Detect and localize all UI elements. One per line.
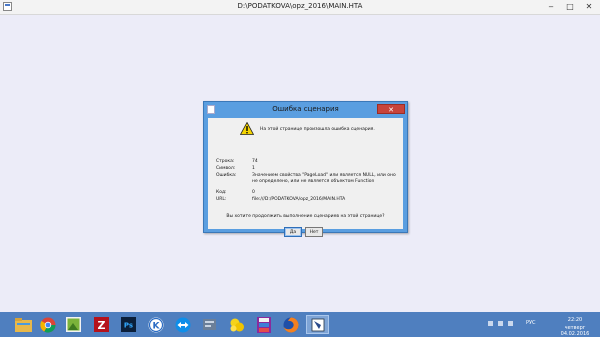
url-label: URL: xyxy=(216,197,227,202)
tools-icon[interactable] xyxy=(200,315,219,334)
yes-button[interactable]: Да xyxy=(284,227,302,237)
file-explorer-icon[interactable] xyxy=(14,315,33,334)
dialog-titlebar[interactable]: Ошибка сценария ✕ xyxy=(204,102,407,117)
firefox-icon[interactable] xyxy=(281,315,300,334)
script-error-dialog: Ошибка сценария ✕ На этой странице произ… xyxy=(203,101,408,237)
error-message: На этой странице произошла ошибка сценар… xyxy=(260,127,375,132)
dialog-close-button[interactable]: ✕ xyxy=(377,104,405,114)
warning-icon xyxy=(240,122,254,135)
k-app-icon[interactable]: K xyxy=(146,315,165,334)
main-window-title: D:\PODATKOVA\opz_2016\MAIN.HTA xyxy=(237,2,363,10)
clock-time[interactable]: 22:20 xyxy=(552,317,598,323)
image-viewer-icon[interactable] xyxy=(64,315,83,334)
error-label: Ошибка: xyxy=(216,173,237,178)
char-label: Символ: xyxy=(216,166,236,171)
photoshop-icon[interactable]: Ps xyxy=(119,315,138,334)
dialog-body: На этой странице произошла ошибка сценар… xyxy=(208,118,403,237)
svg-text:Ps: Ps xyxy=(124,322,133,330)
filezilla-icon[interactable]: Z xyxy=(92,315,111,334)
char-value: 1 xyxy=(252,166,255,171)
archive-icon[interactable] xyxy=(254,315,273,334)
line-label: Строка: xyxy=(216,159,235,164)
language-indicator[interactable]: РУС xyxy=(526,320,536,326)
messenger-icon[interactable] xyxy=(227,315,246,334)
chrome-icon[interactable] xyxy=(38,315,57,334)
close-button[interactable]: ✕ xyxy=(581,1,597,13)
teamviewer-icon[interactable] xyxy=(173,315,192,334)
svg-text:K: K xyxy=(152,321,160,331)
taskbar: Z Ps K РУС 22:20 четверг 04.02.2016 xyxy=(0,312,600,337)
main-window-titlebar[interactable]: D:\PODATKOVA\opz_2016\MAIN.HTA ‒ □ ✕ xyxy=(0,0,600,15)
tray-network-icon[interactable] xyxy=(498,321,503,326)
no-button[interactable]: Нет xyxy=(305,227,323,237)
minimize-button[interactable]: ‒ xyxy=(543,1,559,13)
svg-text:Z: Z xyxy=(98,319,106,332)
error-value: Значением свойства "PageLoad" или являет… xyxy=(252,173,396,184)
continue-question: Вы хотите продолжить выполнение сценарие… xyxy=(226,214,385,219)
tray-volume-icon[interactable] xyxy=(508,321,513,326)
line-value: 74 xyxy=(252,159,258,164)
clock-date[interactable]: четверг 04.02.2016 xyxy=(552,325,598,337)
code-value: 0 xyxy=(252,190,255,195)
tray-flag-icon[interactable] xyxy=(488,321,493,326)
maximize-button[interactable]: □ xyxy=(562,1,578,13)
active-hta-icon[interactable] xyxy=(306,315,329,334)
code-label: Код: xyxy=(216,190,227,195)
url-value: file:///D:/PODATKOVA/opz_2016/MAIN.HTA xyxy=(252,197,346,202)
